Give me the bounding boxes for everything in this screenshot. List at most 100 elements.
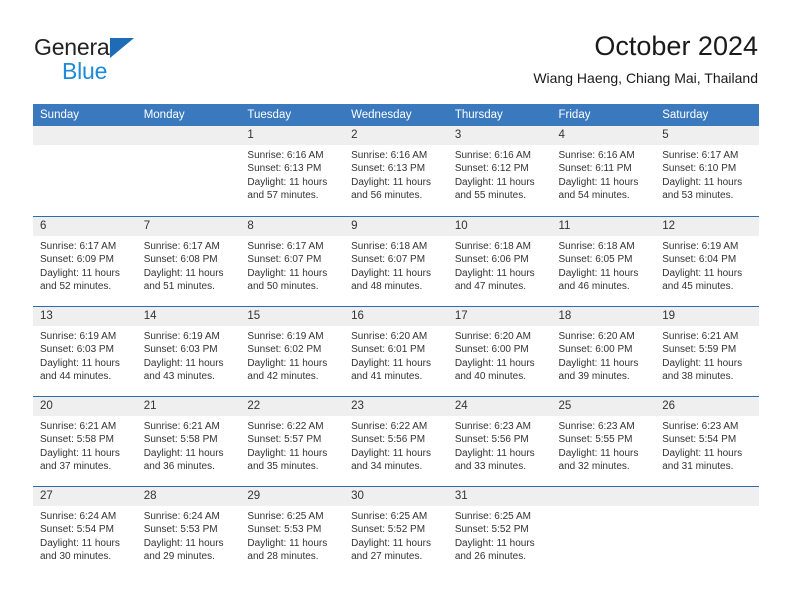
sunrise-text: Sunrise: 6:19 AM [40, 331, 117, 342]
day-cell-inner: 11 Sunrise: 6:18 AM Sunset: 6:05 PM Dayligh… [551, 216, 656, 306]
daylight-text-line1: Daylight: 11 hours [40, 357, 120, 369]
weekday-header-thursday: Thursday [447, 104, 552, 126]
sunset-text: Sunset: 6:11 PM [558, 163, 632, 175]
daylight-text-line1: Daylight: 11 hours [454, 447, 535, 459]
calendar-day-cell[interactable]: 22 Sunrise: 6:22 AM Sunset: 5:57 PM Dayligh… [240, 396, 345, 486]
weekday-header-saturday: Saturday [655, 104, 759, 126]
sunset-text: Sunset: 6:03 PM [40, 344, 114, 356]
day-details: Sunrise: 6:25 AM Sunset: 5:53 PM Daylight:… [240, 506, 344, 564]
calendar-day-cell[interactable]: 30 Sunrise: 6:25 AM Sunset: 5:52 PM Dayligh… [344, 486, 448, 576]
daylight-text-line2: and 26 minutes. [454, 551, 526, 563]
day-cell-inner: 2 Sunrise: 6:16 AM Sunset: 6:13 PM Daylight… [344, 126, 448, 216]
calendar-day-cell[interactable]: 11 Sunrise: 6:18 AM Sunset: 6:05 PM Dayligh… [551, 216, 656, 306]
daylight-text-line2: and 29 minutes. [143, 551, 215, 563]
calendar-day-cell[interactable]: 21 Sunrise: 6:21 AM Sunset: 5:58 PM Dayligh… [136, 396, 241, 486]
day-cell-inner: 10 Sunrise: 6:18 AM Sunset: 6:06 PM Dayligh… [447, 216, 552, 306]
sunrise-text: Sunrise: 6:22 AM [351, 421, 428, 432]
calendar-day-cell[interactable]: 28 Sunrise: 6:24 AM Sunset: 5:53 PM Dayligh… [136, 486, 241, 576]
daylight-text-line2: and 37 minutes. [40, 461, 112, 473]
day-cell-inner: 6 Sunrise: 6:17 AM Sunset: 6:09 PM Daylight… [33, 216, 137, 306]
daylight-text-line2: and 42 minutes. [247, 371, 319, 383]
day-details: Sunrise: 6:17 AM Sunset: 6:07 PM Daylight:… [240, 236, 344, 294]
sunrise-text: Sunrise: 6:24 AM [40, 511, 117, 522]
day-details: Sunrise: 6:22 AM Sunset: 5:56 PM Daylight:… [344, 416, 448, 474]
sunrise-text: Sunrise: 6:19 AM [247, 331, 324, 342]
calendar-day-cell[interactable]: 27 Sunrise: 6:24 AM Sunset: 5:54 PM Dayligh… [33, 486, 137, 576]
sunrise-text: Sunrise: 6:20 AM [351, 331, 428, 342]
weekday-header-friday: Friday [551, 104, 656, 126]
calendar-day-cell[interactable]: 18 Sunrise: 6:20 AM Sunset: 6:00 PM Dayligh… [551, 306, 656, 396]
calendar-day-cell[interactable]: 26 Sunrise: 6:23 AM Sunset: 5:54 PM Dayligh… [655, 396, 759, 486]
daylight-text-line1: Daylight: 11 hours [143, 267, 224, 279]
day-number [655, 487, 759, 506]
calendar-day-cell[interactable]: 25 Sunrise: 6:23 AM Sunset: 5:55 PM Dayligh… [551, 396, 656, 486]
day-details: Sunrise: 6:16 AM Sunset: 6:12 PM Daylight:… [448, 145, 552, 203]
sunrise-text: Sunrise: 6:17 AM [247, 241, 324, 252]
day-cell-inner: 1 Sunrise: 6:16 AM Sunset: 6:13 PM Daylight… [240, 126, 345, 216]
day-details: Sunrise: 6:17 AM Sunset: 6:10 PM Daylight:… [655, 145, 759, 203]
sunset-text: Sunset: 6:01 PM [351, 344, 426, 356]
daylight-text-line1: Daylight: 11 hours [662, 176, 743, 188]
calendar-day-cell[interactable]: 5 Sunrise: 6:17 AM Sunset: 6:10 PM Daylight… [655, 126, 759, 216]
calendar-day-cell[interactable]: 7 Sunrise: 6:17 AM Sunset: 6:08 PM Daylight… [136, 216, 241, 306]
day-details: Sunrise: 6:25 AM Sunset: 5:52 PM Daylight:… [344, 506, 448, 564]
calendar-day-cell[interactable]: 1 Sunrise: 6:16 AM Sunset: 6:13 PM Daylight… [240, 126, 345, 216]
day-number: 17 [447, 307, 552, 326]
calendar-day-cell[interactable]: 8 Sunrise: 6:17 AM Sunset: 6:07 PM Daylight… [240, 216, 345, 306]
day-cell-inner: 22 Sunrise: 6:22 AM Sunset: 5:57 PM Dayligh… [240, 396, 345, 486]
day-cell-inner: 12 Sunrise: 6:19 AM Sunset: 6:04 PM Dayligh… [655, 216, 759, 306]
day-number: 1 [240, 126, 345, 145]
day-number: 15 [240, 307, 345, 326]
calendar-day-cell[interactable]: 12 Sunrise: 6:19 AM Sunset: 6:04 PM Dayligh… [655, 216, 759, 306]
daylight-text-line1: Daylight: 11 hours [454, 267, 535, 279]
day-number: 9 [344, 217, 448, 236]
day-details: Sunrise: 6:24 AM Sunset: 5:53 PM Daylight:… [137, 506, 241, 564]
sunrise-text: Sunrise: 6:17 AM [662, 150, 739, 161]
daylight-text-line2: and 54 minutes. [558, 190, 630, 202]
brand-logo[interactable]: General Blue [34, 34, 214, 86]
day-number: 21 [136, 397, 241, 416]
sunset-text: Sunset: 5:55 PM [558, 434, 633, 446]
day-number [136, 126, 241, 145]
calendar-day-cell[interactable]: 6 Sunrise: 6:17 AM Sunset: 6:09 PM Daylight… [33, 216, 137, 306]
day-cell-inner: 31 Sunrise: 6:25 AM Sunset: 5:52 PM Dayligh… [447, 486, 552, 576]
calendar-day-cell[interactable]: 9 Sunrise: 6:18 AM Sunset: 6:07 PM Daylight… [344, 216, 448, 306]
calendar-week-row: 13 Sunrise: 6:19 AM Sunset: 6:03 PM Dayligh… [33, 306, 759, 396]
day-number: 8 [240, 217, 345, 236]
daylight-text-line1: Daylight: 11 hours [558, 357, 639, 369]
day-details: Sunrise: 6:20 AM Sunset: 6:00 PM Daylight:… [448, 326, 552, 384]
calendar-day-cell[interactable]: 3 Sunrise: 6:16 AM Sunset: 6:12 PM Daylight… [447, 126, 552, 216]
calendar-day-cell[interactable]: 2 Sunrise: 6:16 AM Sunset: 6:13 PM Daylight… [344, 126, 448, 216]
daylight-text-line2: and 48 minutes. [351, 281, 423, 293]
sunrise-text: Sunrise: 6:23 AM [454, 421, 531, 432]
sunrise-text: Sunrise: 6:23 AM [662, 421, 739, 432]
calendar-day-cell[interactable]: 23 Sunrise: 6:22 AM Sunset: 5:56 PM Dayligh… [344, 396, 448, 486]
daylight-text-line1: Daylight: 11 hours [247, 357, 328, 369]
day-number: 5 [655, 126, 759, 145]
calendar-day-cell[interactable]: 17 Sunrise: 6:20 AM Sunset: 6:00 PM Dayligh… [447, 306, 552, 396]
calendar-day-cell[interactable]: 16 Sunrise: 6:20 AM Sunset: 6:01 PM Dayligh… [344, 306, 448, 396]
calendar-day-cell[interactable]: 20 Sunrise: 6:21 AM Sunset: 5:58 PM Dayligh… [33, 396, 137, 486]
calendar-day-cell[interactable]: 31 Sunrise: 6:25 AM Sunset: 5:52 PM Dayligh… [447, 486, 552, 576]
day-details: Sunrise: 6:21 AM Sunset: 5:58 PM Daylight:… [33, 416, 137, 474]
calendar-day-cell[interactable]: 19 Sunrise: 6:21 AM Sunset: 5:59 PM Dayligh… [655, 306, 759, 396]
sunrise-text: Sunrise: 6:25 AM [247, 511, 324, 522]
day-cell-inner: 29 Sunrise: 6:25 AM Sunset: 5:53 PM Dayligh… [240, 486, 345, 576]
calendar-day-cell[interactable]: 14 Sunrise: 6:19 AM Sunset: 6:03 PM Dayligh… [136, 306, 241, 396]
calendar-day-cell[interactable]: 24 Sunrise: 6:23 AM Sunset: 5:56 PM Dayligh… [447, 396, 552, 486]
page-title: October 2024 [594, 31, 758, 61]
calendar-day-cell[interactable]: 29 Sunrise: 6:25 AM Sunset: 5:53 PM Dayligh… [240, 486, 345, 576]
daylight-text-line2: and 35 minutes. [247, 461, 319, 473]
page-subtitle: Wiang Haeng, Chiang Mai, Thailand [533, 70, 758, 86]
day-details: Sunrise: 6:23 AM Sunset: 5:56 PM Daylight:… [448, 416, 552, 474]
day-number: 24 [447, 397, 552, 416]
calendar-day-cell[interactable]: 13 Sunrise: 6:19 AM Sunset: 6:03 PM Dayligh… [33, 306, 137, 396]
sunset-text: Sunset: 6:05 PM [558, 254, 633, 266]
sunrise-text: Sunrise: 6:16 AM [558, 150, 635, 161]
calendar-day-cell[interactable]: 10 Sunrise: 6:18 AM Sunset: 6:06 PM Dayligh… [447, 216, 552, 306]
day-number: 16 [344, 307, 448, 326]
calendar-day-cell[interactable]: 4 Sunrise: 6:16 AM Sunset: 6:11 PM Daylight… [551, 126, 656, 216]
calendar-week-row: 20 Sunrise: 6:21 AM Sunset: 5:58 PM Dayligh… [33, 396, 759, 486]
calendar-day-cell[interactable]: 15 Sunrise: 6:19 AM Sunset: 6:02 PM Dayligh… [240, 306, 345, 396]
day-cell-inner: 7 Sunrise: 6:17 AM Sunset: 6:08 PM Daylight… [136, 216, 241, 306]
